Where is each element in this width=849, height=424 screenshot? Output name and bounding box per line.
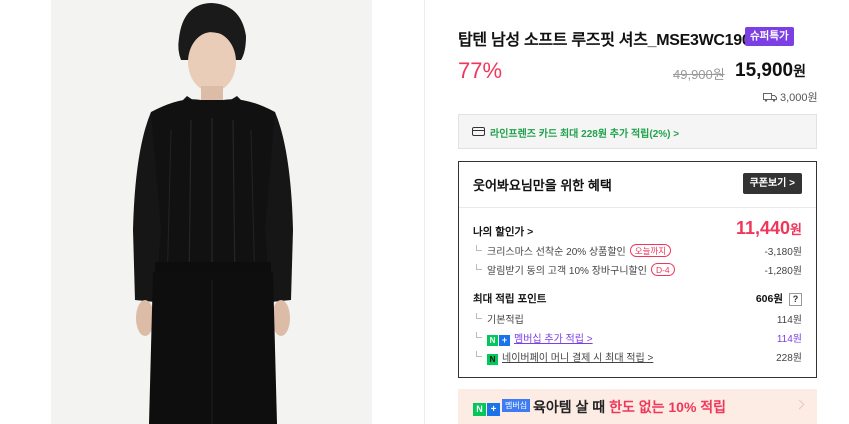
truck-icon (763, 93, 777, 102)
plus-icon: + (487, 403, 500, 416)
point-label: N + 멤버십 추가 적립 > (473, 330, 593, 346)
points-total: 606원? (756, 291, 802, 306)
membership-banner[interactable]: N + 멤버십 육아템 살 때 한도 없는 10% 적립 (458, 389, 817, 424)
super-deal-badge: 슈퍼특가 (745, 27, 794, 46)
naver-logo-icon: N (473, 403, 486, 416)
credit-card-icon (472, 127, 485, 136)
points-value: 606원 (755, 293, 783, 305)
product-title: 탑텐 남성 소프트 루즈핏 셔츠_MSE3WC1903 (458, 32, 760, 49)
point-value: 114원 (776, 315, 802, 326)
model-photo (51, 0, 372, 424)
original-price: 49,900원 (673, 67, 725, 82)
naver-pay-icon: N (487, 354, 498, 365)
deadline-tag: D-4 (650, 263, 675, 276)
membership-tag: 멤버십 (502, 399, 531, 412)
card-promo-link[interactable]: 라인프렌즈 카드 최대 228원 추가 적립(2%) > (458, 114, 817, 149)
shipping-fee: 3,000원 (763, 89, 818, 105)
membership-points-link[interactable]: 멤버십 추가 적립 > (514, 334, 593, 345)
sale-price-value: 15,900 (735, 60, 794, 81)
point-label: N 네이버페이 머니 결제 시 최대 적립 > (473, 349, 653, 365)
help-icon[interactable]: ? (789, 293, 802, 306)
naver-pay-points-link[interactable]: 네이버페이 머니 결제 시 최대 적립 > (502, 353, 653, 364)
plus-icon: + (499, 335, 510, 346)
my-price-value: 11,440원 (736, 218, 802, 239)
banner-tags: N + 멤버십 (473, 399, 531, 417)
banner-text-highlight: 한도 없는 10% 적립 (609, 399, 727, 415)
my-price-link[interactable]: 나의 할인가 > (473, 224, 533, 239)
chevron-right-icon (794, 399, 805, 410)
discount-name: 크리스마스 선착순 20% 상품할인 (487, 247, 626, 258)
divider (424, 0, 425, 424)
my-price-amount: 11,440 (735, 218, 791, 238)
card-promo-text: 라인프렌즈 카드 최대 228원 추가 적립(2%) > (490, 129, 680, 140)
my-price-unit: 원 (790, 222, 802, 237)
benefit-title: 웃어봐요님만을 위한 혜택 (473, 178, 612, 193)
point-value: 114원 (776, 334, 802, 345)
deadline-tag: 오늘까지 (629, 244, 672, 257)
product-image[interactable] (51, 0, 372, 424)
discount-label: 크리스마스 선착순 20% 상품할인 오늘까지 (473, 243, 672, 258)
discount-label: 알림받기 동의 고객 10% 장바구니할인 D-4 (473, 262, 675, 277)
benefit-panel: 웃어봐요님만을 위한 혜택 쿠폰보기 > 나의 할인가 > 11,440원 크리… (458, 161, 817, 378)
banner-text: 육아템 살 때 한도 없는 10% 적립 (533, 397, 726, 417)
point-value: 228원 (776, 353, 802, 364)
discount-rate: 77% (458, 58, 503, 83)
shipping-fee-value: 3,000원 (780, 92, 818, 104)
sale-price-unit: 원 (793, 63, 807, 79)
discount-value: -3,180원 (764, 247, 802, 258)
sale-price: 15,900원 (735, 60, 806, 82)
divider (459, 207, 816, 208)
naver-logo-icon: N (487, 335, 498, 346)
discount-value: -1,280원 (764, 266, 802, 277)
coupon-view-button[interactable]: 쿠폰보기 > (742, 173, 802, 194)
point-label: 기본적립 (473, 311, 524, 326)
discount-name: 알림받기 동의 고객 10% 장바구니할인 (487, 266, 647, 277)
points-label: 최대 적립 포인트 (473, 293, 547, 305)
banner-text-prefix: 육아템 살 때 (533, 399, 610, 415)
